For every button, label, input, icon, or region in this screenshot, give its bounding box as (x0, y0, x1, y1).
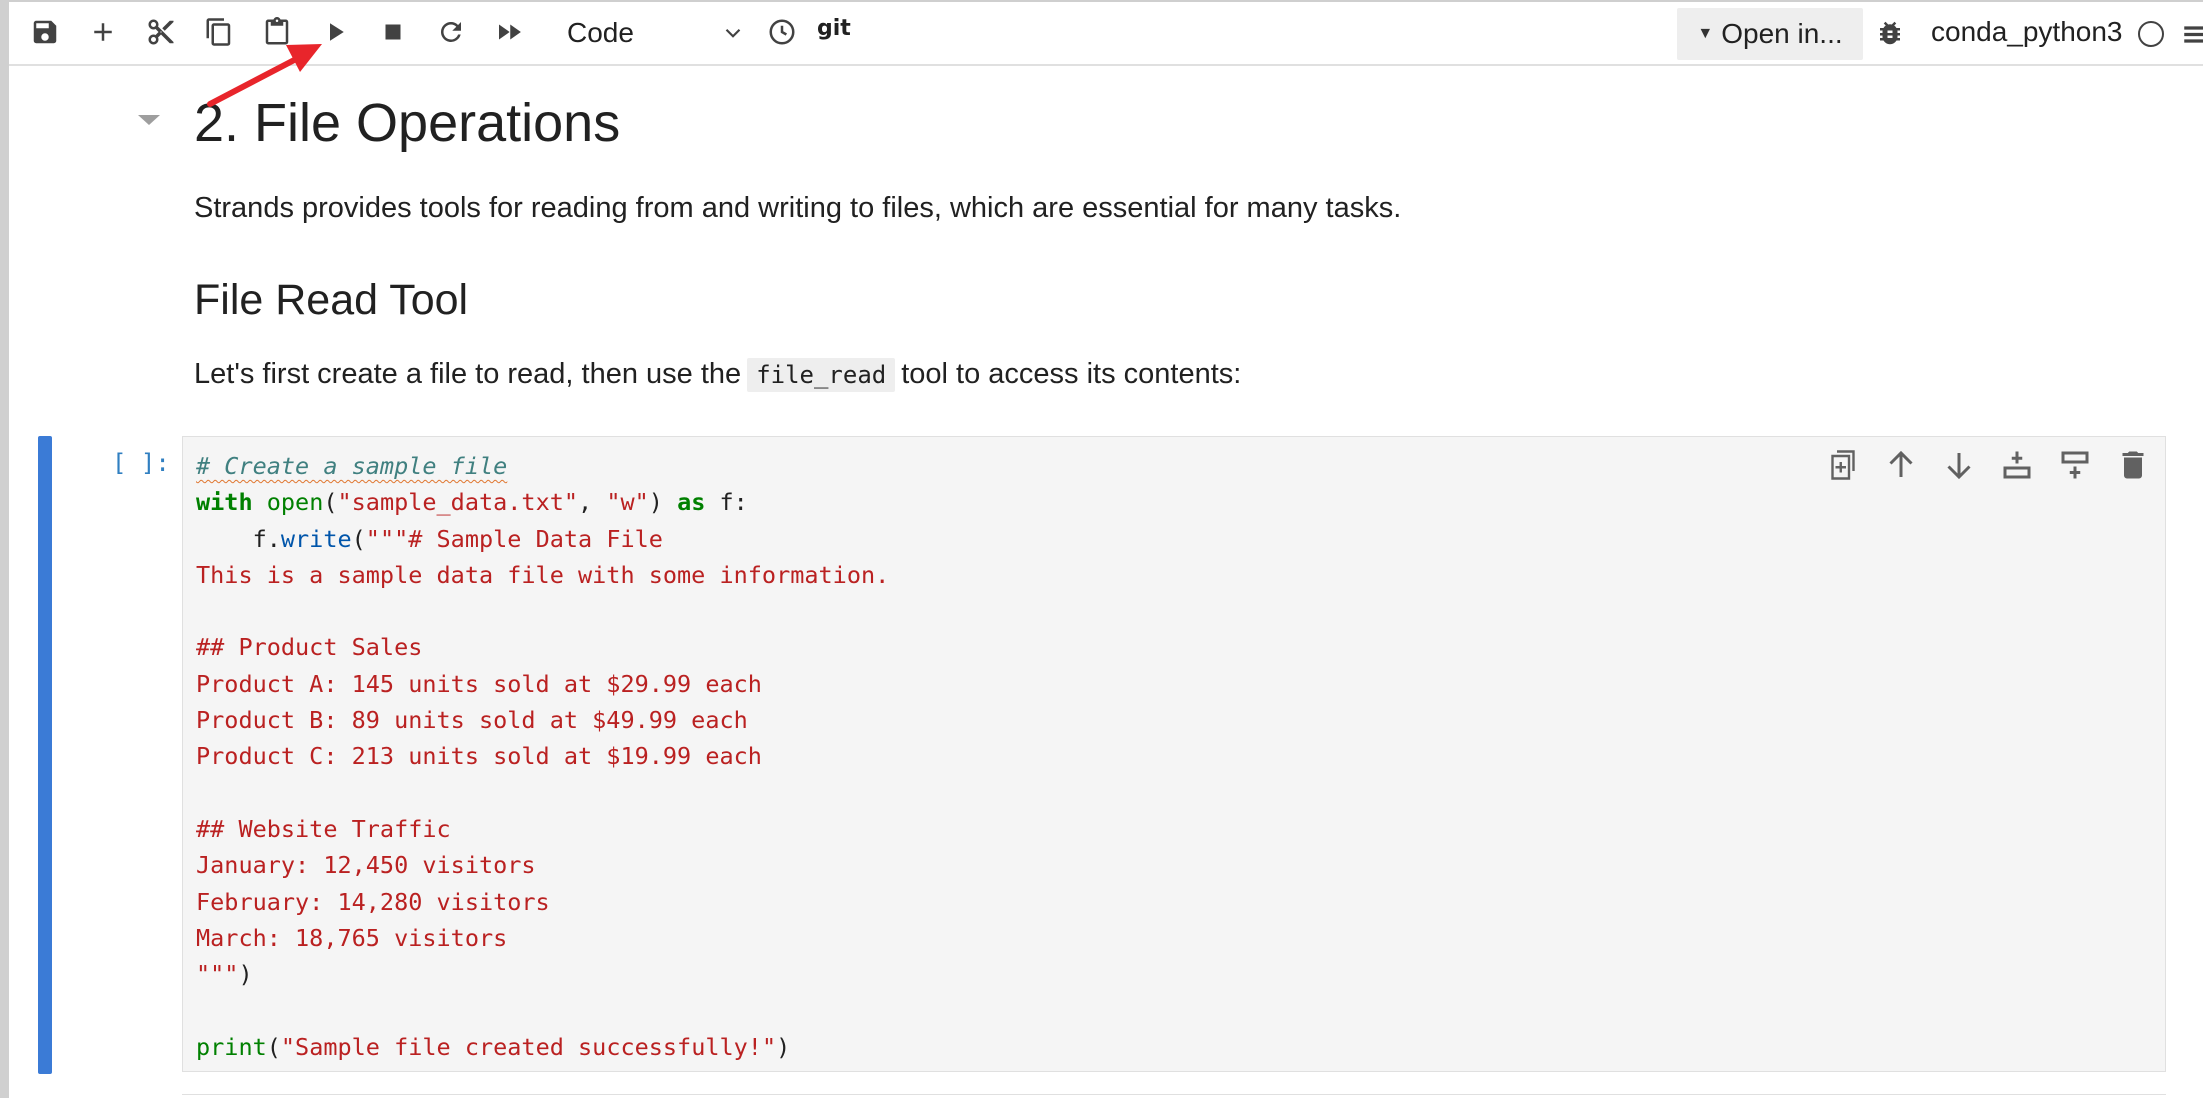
code-line: # Create a sample file (196, 452, 508, 480)
save-button[interactable] (25, 12, 65, 52)
debugger-button[interactable] (1875, 18, 1905, 53)
paragraph-text-after: tool to access its contents: (901, 358, 1242, 390)
string-literal: "sample_data.txt" (337, 488, 579, 517)
execution-prompt: [ ]: (112, 449, 170, 477)
code-line: Product C: 213 units sold at $19.99 each (196, 742, 762, 771)
kernel-name[interactable]: conda_python3 (1931, 16, 2123, 48)
interrupt-kernel-button[interactable] (373, 12, 413, 52)
move-cell-up-button[interactable] (1883, 447, 1919, 483)
copy-icon (206, 18, 231, 46)
paste-icon (265, 17, 289, 45)
code-line: Product B: 89 units sold at $49.99 each (196, 706, 748, 735)
inline-code: file_read (747, 358, 896, 392)
builtin-open: open (266, 488, 324, 517)
code-line: ## Product Sales (196, 633, 423, 662)
caret-down-icon (138, 115, 160, 125)
code-line: March: 18,765 visitors (196, 923, 508, 952)
keyword-with: with (196, 488, 253, 517)
move-down-icon (1947, 453, 1971, 480)
restart-icon (440, 21, 461, 42)
string-literal: "Sample file created successfully!" (280, 1032, 777, 1061)
string-literal: "w" (606, 488, 649, 517)
next-cell-edge (182, 1094, 2166, 1098)
restart-run-all-button[interactable] (489, 12, 529, 52)
cell-toolbar (1825, 447, 2151, 483)
move-up-icon (1889, 450, 1913, 477)
cut-button[interactable] (141, 12, 181, 52)
code-line: with open("sample_data.txt", "w") as f: (196, 488, 748, 517)
restart-kernel-button[interactable] (431, 12, 471, 52)
save-icon (33, 20, 57, 44)
intro-paragraph: Strands provides tools for reading from … (194, 192, 1402, 224)
code-content[interactable]: # Create a sample file with open("sample… (196, 448, 889, 1065)
code-line: February: 14,280 visitors (196, 887, 550, 916)
code-line: This is a sample data file with some inf… (196, 560, 890, 589)
method-write: write (280, 524, 352, 553)
instruction-paragraph: Let's first create a file to read, then … (194, 358, 1242, 392)
open-in-label: Open in... (1721, 18, 1843, 49)
section-heading: 2. File Operations (194, 93, 621, 153)
delete-icon (2122, 451, 2144, 479)
chevron-down-icon (725, 28, 741, 38)
duplicate-cell-button[interactable] (1825, 447, 1861, 483)
code-line: f.write("""# Sample Data File (196, 524, 663, 553)
delete-cell-button[interactable] (2115, 447, 2151, 483)
code-line: print("Sample file created successfully!… (196, 1032, 791, 1061)
cell-type-value: Code (567, 17, 634, 48)
subsection-heading: File Read Tool (194, 276, 469, 324)
code-editor[interactable]: # Create a sample file with open("sample… (182, 436, 2166, 1072)
cell-type-select[interactable]: Code (552, 10, 752, 56)
insert-above-icon (2003, 451, 2031, 479)
paragraph-text-before: Let's first create a file to read, then … (194, 358, 742, 390)
paste-button[interactable] (257, 12, 297, 52)
fast-forward-icon (499, 24, 521, 40)
insert-cell-button[interactable] (83, 12, 123, 52)
string-literal: """ (196, 960, 239, 989)
clock-icon (769, 19, 795, 45)
run-cell-button[interactable] (315, 12, 355, 52)
active-cell-indicator[interactable] (38, 436, 52, 1074)
history-button[interactable] (762, 12, 802, 52)
insert-below-icon (2061, 451, 2089, 479)
stop-icon (385, 24, 401, 40)
run-icon (330, 23, 344, 41)
add-icon (94, 23, 112, 41)
copy-button[interactable] (199, 12, 239, 52)
builtin-print: print (196, 1032, 267, 1061)
move-cell-down-button[interactable] (1941, 447, 1977, 483)
code-line: Product A: 145 units sold at $29.99 each (196, 669, 762, 698)
notebook-toolbar: Code git ▼ Open in... conda_python3 (9, 2, 2203, 66)
notebook-page: Code git ▼ Open in... conda_python3 2. F… (0, 0, 2203, 1098)
insert-cell-above-button[interactable] (1999, 447, 2035, 483)
keyword-as: as (677, 488, 706, 517)
duplicate-icon (1831, 450, 1855, 480)
kernel-status-icon (2138, 21, 2164, 47)
cut-icon (148, 19, 174, 45)
more-menu-button[interactable] (2181, 20, 2203, 53)
collapse-heading-toggle[interactable] (136, 112, 162, 133)
code-line: ## Website Traffic (196, 814, 451, 843)
bug-icon (1880, 21, 1900, 45)
caret-down-icon: ▼ (1697, 25, 1714, 42)
menu-icon (2184, 26, 2203, 43)
string-literal: """# Sample Data File (365, 524, 663, 553)
code-line: """) (196, 960, 253, 989)
git-button[interactable]: git (817, 16, 851, 41)
code-line: January: 12,450 visitors (196, 851, 536, 880)
insert-cell-below-button[interactable] (2057, 447, 2093, 483)
left-panel-edge (0, 0, 9, 1098)
open-in-button[interactable]: ▼ Open in... (1677, 8, 1863, 60)
